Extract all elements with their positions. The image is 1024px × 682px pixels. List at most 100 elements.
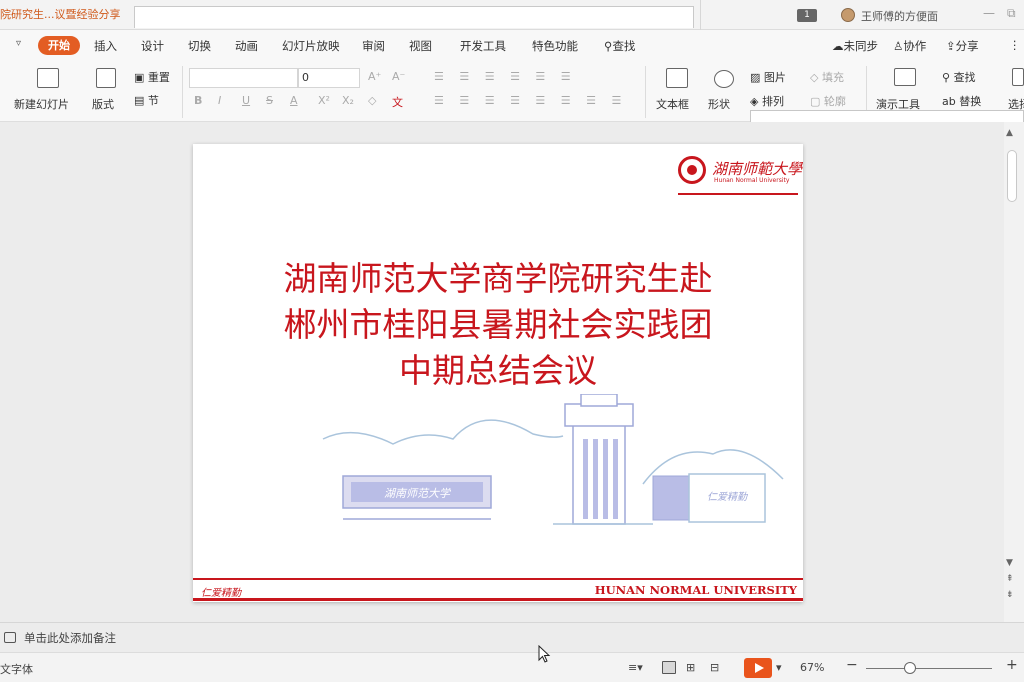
font-family-select[interactable] bbox=[189, 68, 298, 88]
illus-sign2-text: 仁爱精勤 bbox=[707, 491, 748, 503]
replace-icon: ab bbox=[942, 95, 960, 108]
subscript-button[interactable]: X₂ bbox=[342, 94, 354, 107]
user-avatar[interactable] bbox=[841, 8, 855, 22]
find-label: 查找 bbox=[953, 71, 976, 84]
play-slideshow-button[interactable] bbox=[744, 658, 772, 678]
clear-format-icon[interactable]: ◇ bbox=[368, 94, 376, 107]
vertical-scrollbar[interactable]: ▲ ▼ ⇞ ⇟ bbox=[1004, 122, 1024, 622]
title-bar: 院研究生...议暨经验分享 1 王师傅的方便面 — ⧉ bbox=[0, 0, 1024, 30]
play-dropdown-icon[interactable]: ▾ bbox=[776, 661, 782, 674]
notes-pane[interactable]: 单击此处添加备注 bbox=[0, 622, 1024, 652]
document-tab[interactable]: 院研究生...议暨经验分享 bbox=[0, 4, 130, 26]
presentation-tools-icon[interactable] bbox=[894, 68, 916, 86]
arrange-label: 排列 bbox=[761, 95, 784, 108]
picture-button[interactable]: ▨ 图片 bbox=[750, 69, 786, 85]
pinyin-button[interactable]: 文 bbox=[392, 94, 403, 110]
section-button[interactable]: ▤ 节 bbox=[134, 92, 159, 108]
logo-english-text: Hunan Normal University bbox=[714, 177, 790, 184]
tab-animation[interactable]: 动画 bbox=[235, 38, 258, 54]
ribbon-divider bbox=[182, 66, 183, 118]
textbox-button[interactable]: 文本框 bbox=[656, 96, 689, 112]
font-shrink-button[interactable]: A⁻ bbox=[392, 70, 405, 83]
new-slide-button[interactable]: 新建幻灯片 bbox=[14, 96, 69, 112]
footer-university-name: HUNAN NORMAL UNIVERSITY bbox=[594, 583, 797, 597]
notes-toggle-icon[interactable]: ≡▾ bbox=[628, 661, 643, 674]
notes-placeholder[interactable]: 单击此处添加备注 bbox=[24, 630, 116, 646]
tab-slideshow[interactable]: 幻灯片放映 bbox=[282, 38, 340, 54]
page-count-badge[interactable]: 1 bbox=[797, 9, 817, 22]
superscript-button[interactable]: X² bbox=[318, 94, 330, 107]
person-icon: ♙ bbox=[893, 39, 904, 53]
layout-button[interactable]: 版式 bbox=[92, 96, 114, 112]
find-icon: ⚲ bbox=[942, 71, 954, 84]
new-tab-area[interactable] bbox=[134, 6, 694, 28]
title-line-2: 郴州市桂阳县暑期社会实践团 bbox=[283, 305, 713, 344]
campus-illustration: 湖南师范大学 仁爱精勤 bbox=[322, 394, 784, 525]
share-icon: ⇪ bbox=[946, 39, 956, 53]
tab-design[interactable]: 设计 bbox=[141, 38, 164, 54]
restore-button[interactable]: ⧉ bbox=[1007, 6, 1016, 21]
ribbon: 新建幻灯片 版式 ▣ 重置 ▤ 节 0 A⁺ A⁻ B I U S A X² X… bbox=[0, 62, 1024, 124]
prev-slide-icon[interactable]: ⇞ bbox=[1006, 574, 1014, 584]
strike-button[interactable]: S bbox=[266, 94, 273, 107]
align-buttons[interactable]: ☰ ☰ ☰ ☰ ☰ ☰ ☰ ☰ bbox=[434, 94, 627, 107]
status-font-text[interactable]: 文字体 bbox=[0, 661, 33, 677]
next-slide-icon[interactable]: ⇟ bbox=[1006, 590, 1014, 600]
zoom-slider-knob[interactable] bbox=[904, 662, 917, 674]
reset-button[interactable]: ▣ 重置 bbox=[134, 69, 170, 85]
font-grow-button[interactable]: A⁺ bbox=[368, 70, 381, 83]
tab-features[interactable]: 特色功能 bbox=[532, 38, 578, 54]
picture-icon: ▨ bbox=[750, 71, 764, 84]
slide-title[interactable]: 湖南师范大学商学院研究生赴 郴州市桂阳县暑期社会实践团 中期总结会议 bbox=[223, 256, 773, 394]
zoom-out-button[interactable]: − bbox=[846, 657, 858, 673]
scroll-down-icon[interactable]: ▼ bbox=[1006, 558, 1013, 568]
layout-icon[interactable] bbox=[96, 68, 116, 88]
font-color-button[interactable]: A bbox=[290, 94, 298, 107]
list-buttons[interactable]: ☰ ☰ ☰ ☰ ☰ ☰ bbox=[434, 70, 577, 83]
user-name[interactable]: 王师傅的方便面 bbox=[861, 8, 938, 24]
zoom-slider-track[interactable] bbox=[866, 668, 992, 669]
fill-label: 填充 bbox=[821, 71, 844, 84]
ribbon-divider bbox=[645, 66, 646, 118]
replace-button[interactable]: ab 替换 bbox=[942, 93, 981, 109]
sync-label: 未同步 bbox=[843, 39, 879, 53]
scroll-up-icon[interactable]: ▲ bbox=[1006, 128, 1013, 138]
font-size-select[interactable]: 0 bbox=[298, 68, 360, 88]
tab-start[interactable]: 开始 bbox=[38, 36, 80, 55]
tab-review[interactable]: 审阅 bbox=[362, 38, 385, 54]
arrange-button[interactable]: ◈ 排列 bbox=[750, 93, 784, 109]
reading-view-icon[interactable]: ⊟ bbox=[710, 661, 719, 674]
sync-button[interactable]: ☁未同步 bbox=[832, 38, 878, 54]
find-button[interactable]: ⚲ 查找 bbox=[942, 69, 976, 85]
tab-insert[interactable]: 插入 bbox=[94, 38, 117, 54]
minimize-button[interactable]: — bbox=[983, 6, 995, 20]
zoom-in-button[interactable]: + bbox=[1006, 657, 1018, 673]
bold-button[interactable]: B bbox=[194, 94, 202, 107]
textbox-icon[interactable] bbox=[666, 68, 688, 88]
italic-button[interactable]: I bbox=[218, 94, 221, 107]
tab-developer[interactable]: 开发工具 bbox=[460, 38, 506, 54]
cloud-icon: ☁ bbox=[832, 39, 844, 53]
university-seal-icon bbox=[678, 156, 706, 184]
menu-dropdown-icon[interactable]: ▿ bbox=[16, 38, 21, 49]
sorter-view-icon[interactable]: ⊞ bbox=[686, 661, 695, 674]
shape-button[interactable]: 形状 bbox=[708, 96, 730, 112]
tab-transition[interactable]: 切换 bbox=[188, 38, 211, 54]
slide-canvas[interactable]: 湖南师範大學 Hunan Normal University 湖南师范大学商学院… bbox=[193, 144, 803, 602]
collab-button[interactable]: ♙协作 bbox=[893, 38, 926, 54]
select-icon[interactable] bbox=[1012, 68, 1024, 86]
reset-icon: ▣ bbox=[134, 71, 148, 84]
underline-button[interactable]: U bbox=[242, 94, 250, 107]
more-icon[interactable]: ⋮ bbox=[1009, 38, 1021, 52]
tab-view[interactable]: 视图 bbox=[409, 38, 432, 54]
new-slide-icon[interactable] bbox=[37, 68, 59, 88]
scroll-thumb[interactable] bbox=[1007, 150, 1017, 202]
normal-view-icon[interactable] bbox=[662, 661, 676, 674]
shape-icon[interactable] bbox=[714, 70, 734, 88]
arrange-icon: ◈ bbox=[750, 95, 762, 108]
fill-button[interactable]: ◇ 填充 bbox=[810, 69, 844, 85]
zoom-value[interactable]: 67% bbox=[800, 661, 824, 674]
share-button[interactable]: ⇪分享 bbox=[946, 38, 979, 54]
search-tab[interactable]: ⚲查找 bbox=[604, 38, 635, 54]
outline-button[interactable]: ▢ 轮廓 bbox=[810, 93, 846, 109]
